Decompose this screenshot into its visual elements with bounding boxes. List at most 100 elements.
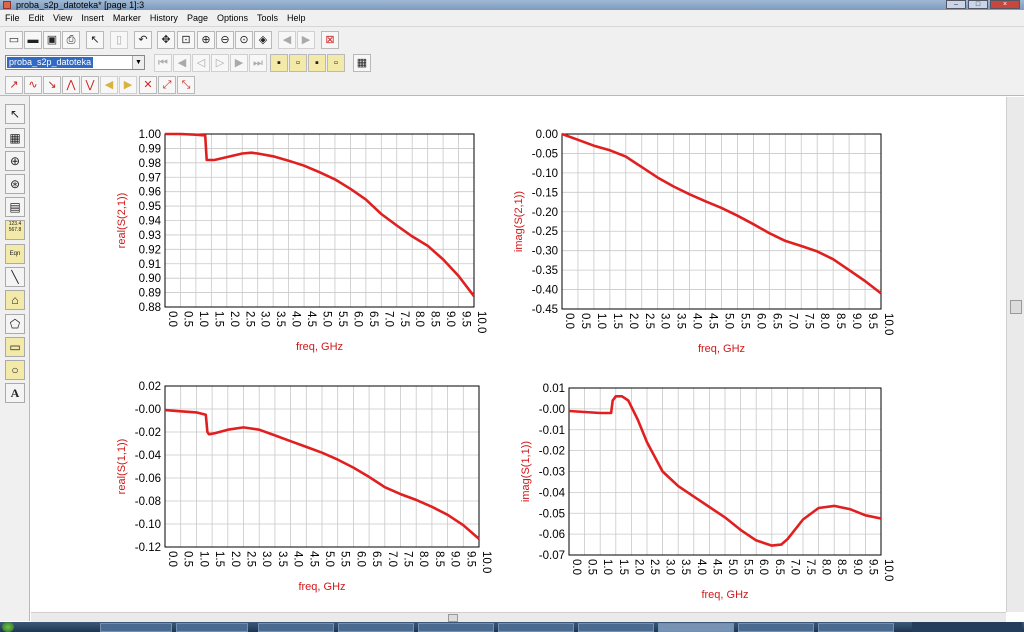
x-tick-label: 8.0 — [820, 559, 832, 575]
marker-d-icon[interactable]: ▫ — [327, 54, 345, 72]
horizontal-scroll-thumb[interactable] — [448, 614, 458, 622]
x-tick-label: 9.5 — [460, 311, 472, 327]
vertical-scroll-thumb[interactable] — [1010, 300, 1022, 314]
stop-icon[interactable]: ⊠ — [321, 31, 339, 49]
zoom-box-icon[interactable]: ⊡ — [177, 31, 195, 49]
design-select[interactable]: proba_s2p_datoteka ▼ — [5, 55, 145, 70]
menu-history[interactable]: History — [146, 10, 183, 26]
smith-chart-icon[interactable]: ⊛ — [5, 174, 25, 194]
next-block-icon[interactable]: ▶ — [230, 54, 248, 72]
x-tick-label: 9.0 — [850, 313, 862, 329]
x-tick-label: 0.5 — [579, 313, 591, 329]
menu-view[interactable]: View — [49, 10, 77, 26]
polyline-icon[interactable]: ⌂ — [5, 290, 25, 310]
select-arrow-icon[interactable]: ↖ — [5, 104, 25, 124]
view-all-icon[interactable]: ◈ — [254, 31, 272, 49]
maximize-button[interactable]: □ — [968, 0, 988, 9]
horizontal-scrollbar[interactable] — [31, 612, 1006, 622]
menu-insert[interactable]: Insert — [77, 10, 109, 26]
text-icon[interactable]: A — [5, 383, 25, 403]
y-tick-label: 0.91 — [139, 259, 161, 271]
close-button[interactable]: × — [990, 0, 1020, 9]
equation-icon[interactable]: Eqn — [5, 244, 25, 264]
taskbar-item[interactable] — [418, 623, 494, 632]
y-tick-label: -0.01 — [539, 425, 565, 437]
taskbar-item[interactable] — [176, 623, 248, 632]
marker-max-icon[interactable]: ⋀ — [62, 76, 80, 94]
nav-back-icon[interactable]: ◀ — [278, 31, 296, 49]
menu-options[interactable]: Options — [213, 10, 253, 26]
y-tick-label: 0.99 — [139, 143, 161, 155]
rectangle-icon[interactable]: ▭ — [5, 337, 25, 357]
slope-marker-icon[interactable]: ⤢ — [158, 76, 176, 94]
marker-b-icon[interactable]: ▫ — [289, 54, 307, 72]
marker-trace-icon[interactable]: ∿ — [24, 76, 42, 94]
x-tick-label: 1.0 — [197, 311, 209, 327]
polygon-icon[interactable]: ⬠ — [5, 314, 25, 334]
marker-next-icon[interactable]: ▶ — [119, 76, 137, 94]
marker-prev-icon[interactable]: ◀ — [100, 76, 118, 94]
zoom-fit-icon[interactable]: ⊙ — [235, 31, 253, 49]
move-icon[interactable]: ✥ — [157, 31, 175, 49]
list-table-icon[interactable]: ▤ — [5, 197, 25, 217]
pointer-icon[interactable]: ↖ — [86, 31, 104, 49]
app-icon — [3, 1, 11, 9]
circle-icon[interactable]: ○ — [5, 360, 25, 380]
marker-new-icon[interactable]: ↗ — [5, 76, 23, 94]
taskbar-item[interactable] — [338, 623, 414, 632]
vertical-scrollbar[interactable] — [1006, 97, 1024, 612]
taskbar-item-active[interactable] — [658, 623, 734, 632]
menu-page[interactable]: Page — [183, 10, 213, 26]
marker-min-icon[interactable]: ⋁ — [81, 76, 99, 94]
undo-icon[interactable]: ↶ — [134, 31, 152, 49]
marker-delta-icon[interactable]: ↘ — [43, 76, 61, 94]
save-icon[interactable]: ▣ — [43, 31, 61, 49]
menu-file[interactable]: File — [0, 10, 25, 26]
line-tool-icon[interactable]: ╲ — [5, 267, 25, 287]
zoom-in-icon[interactable]: ⊕ — [197, 31, 215, 49]
nav-forward-icon[interactable]: ▶ — [297, 31, 315, 49]
delete-icon[interactable]: ▯ — [110, 31, 128, 49]
x-tick-label: 3.0 — [659, 313, 671, 329]
chevron-down-icon[interactable]: ▼ — [132, 56, 144, 69]
x-tick-label: 9.0 — [851, 559, 863, 575]
line-marker-icon[interactable]: ✕ — [139, 76, 157, 94]
first-page-icon[interactable]: ⏮ — [154, 54, 172, 72]
x-tick-label: 7.0 — [382, 311, 394, 327]
minimize-button[interactable]: – — [946, 0, 966, 9]
next-page-icon[interactable]: ▷ — [211, 54, 229, 72]
marker-line-icon[interactable]: ⤡ — [177, 76, 195, 94]
marker-c-icon[interactable]: ▪ — [308, 54, 326, 72]
menu-edit[interactable]: Edit — [25, 10, 50, 26]
taskbar-item[interactable] — [100, 623, 172, 632]
plot-2: 0.00 -0.05 -0.10 -0.15 -0.20 -0.25 -0.30 -0.35 -… — [513, 129, 894, 355]
marker-a-icon[interactable]: ▪ — [270, 54, 288, 72]
y-tick-label: 1.00 — [139, 129, 161, 141]
x-tick-label: 3.5 — [276, 551, 288, 567]
taskbar-item[interactable] — [258, 623, 334, 632]
taskbar-item[interactable] — [498, 623, 574, 632]
new-file-icon[interactable]: ▭ — [5, 31, 23, 49]
stacked-plot-icon[interactable]: 123.4 567.8 — [5, 220, 25, 240]
x-tick-label: 1.0 — [601, 559, 613, 575]
prev-block-icon[interactable]: ◀ — [173, 54, 191, 72]
menu-tools[interactable]: Tools — [253, 10, 283, 26]
polar-plot-icon[interactable]: ⊕ — [5, 151, 25, 171]
start-button[interactable] — [2, 622, 14, 632]
rectangular-plot-icon[interactable]: ▦ — [5, 128, 25, 148]
layout-icon[interactable]: ▦ — [353, 54, 371, 72]
prev-page-icon[interactable]: ◁ — [192, 54, 210, 72]
menu-help[interactable]: Help — [283, 10, 311, 26]
x-tick-label: 1.0 — [595, 313, 607, 329]
taskbar-item[interactable] — [818, 623, 894, 632]
last-page-icon[interactable]: ⏭ — [249, 54, 267, 72]
taskbar-item[interactable] — [738, 623, 814, 632]
print-icon[interactable]: ⎙ — [62, 31, 80, 49]
x-tick-label: 8.0 — [818, 313, 830, 329]
open-folder-icon[interactable]: ▬ — [24, 31, 42, 49]
data-display-canvas[interactable]: 1.00 0.99 0.98 0.97 0.96 0.95 0.94 0.93 0.92 0.91… — [31, 97, 1006, 612]
y-tick-label: -0.00 — [135, 404, 161, 416]
taskbar-item[interactable] — [578, 623, 654, 632]
zoom-out-icon[interactable]: ⊖ — [216, 31, 234, 49]
menu-marker[interactable]: Marker — [109, 10, 146, 26]
